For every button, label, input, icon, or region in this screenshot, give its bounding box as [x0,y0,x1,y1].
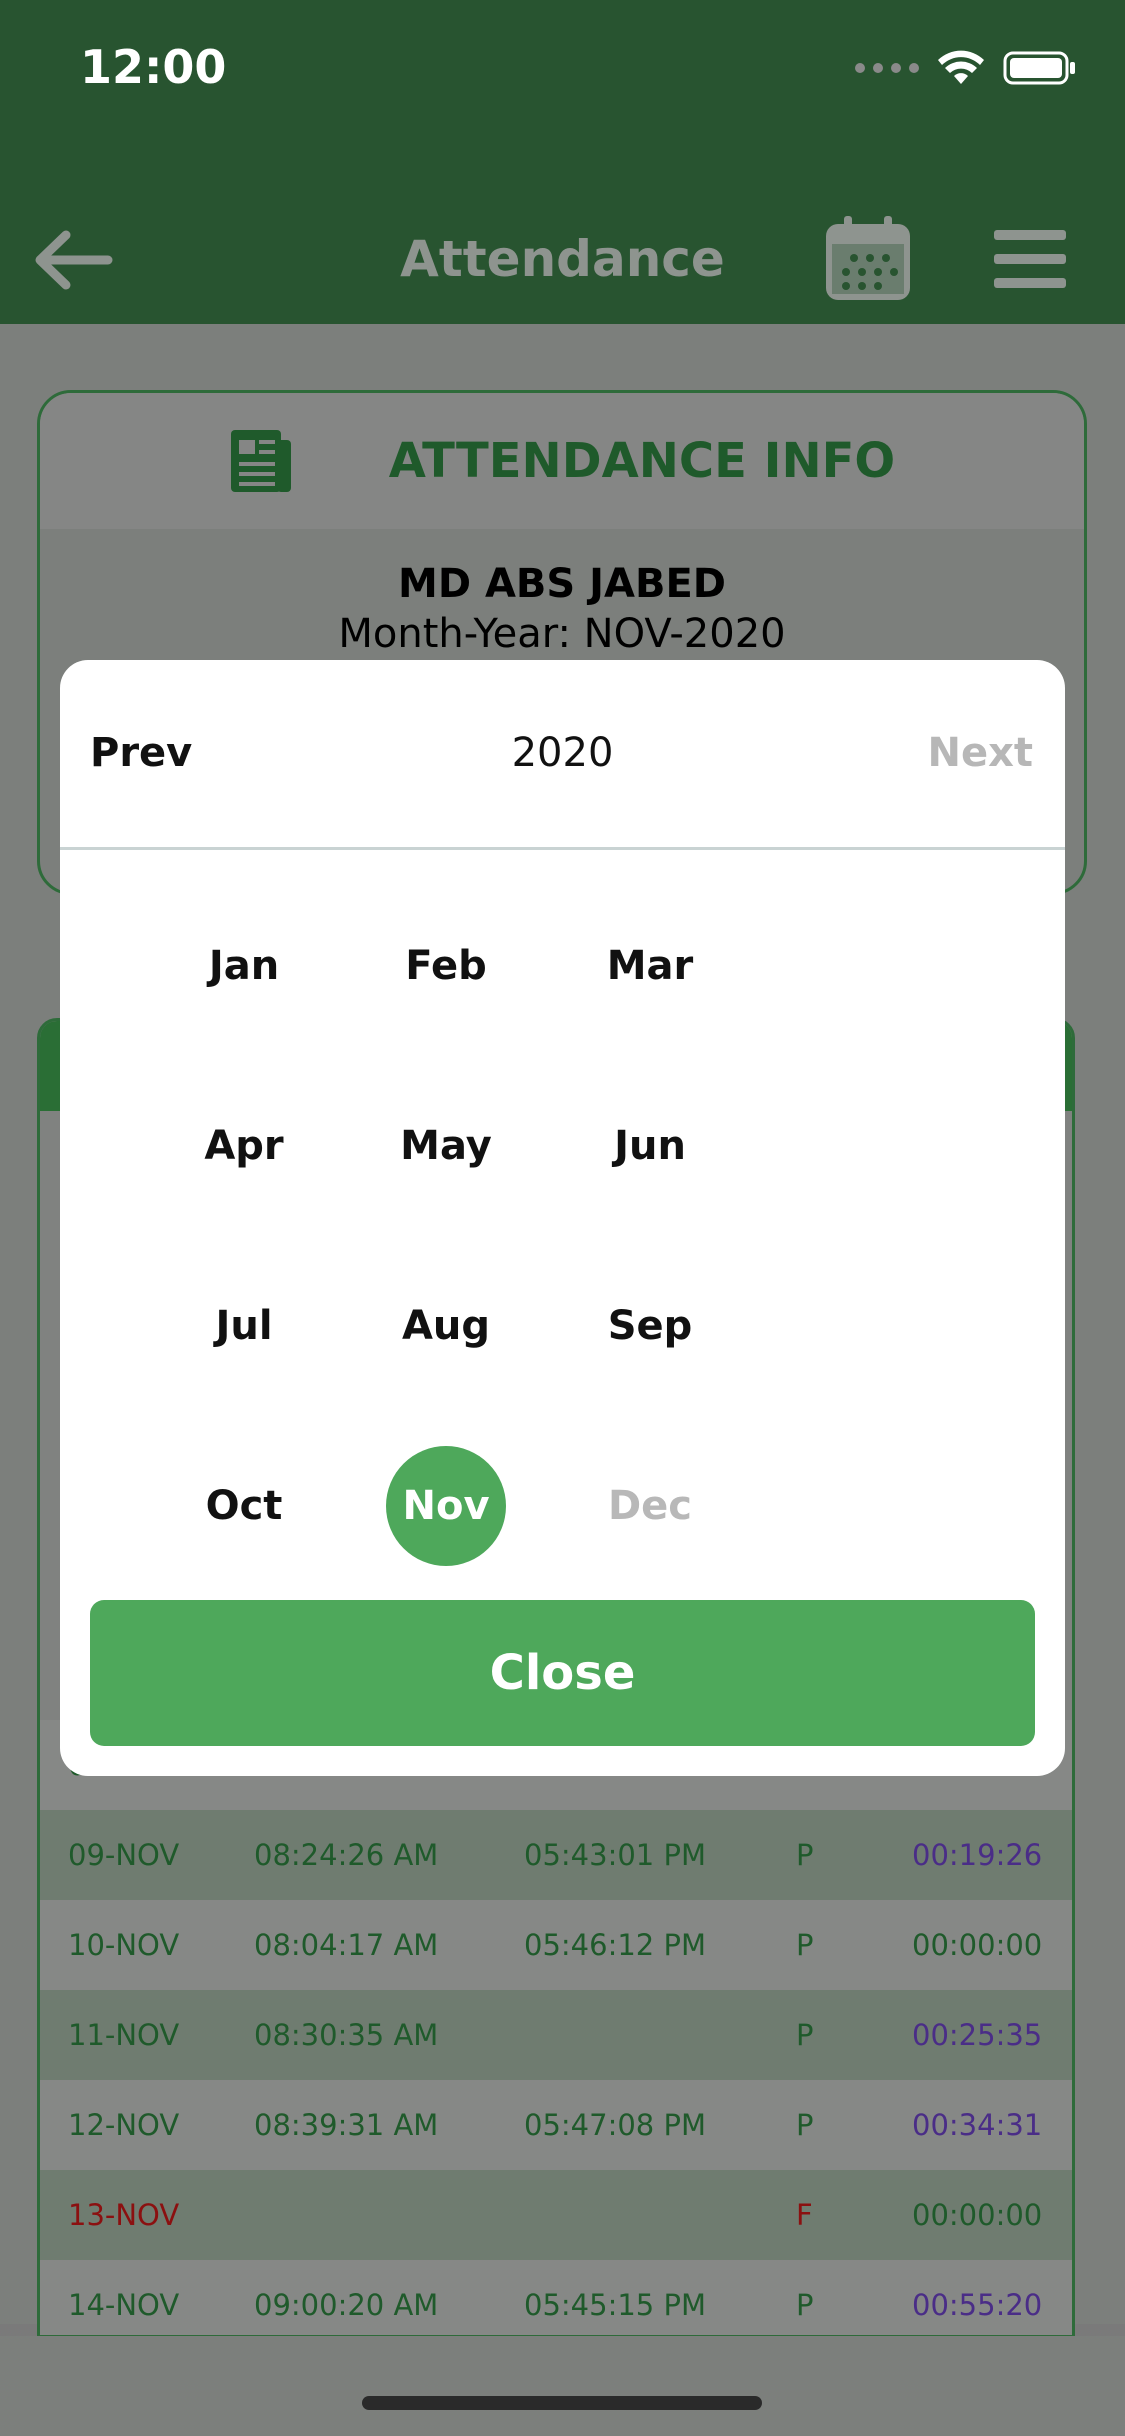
row-check-in: 08:39:31 AM [254,2108,439,2142]
app-header: Attendance [0,130,1125,324]
close-button[interactable]: Close [90,1600,1035,1746]
month-jan[interactable]: Jan [144,906,344,1026]
month-mar[interactable]: Mar [550,906,750,1026]
month-oct[interactable]: Oct [144,1446,344,1566]
row-status: P [796,1928,814,1962]
page-title: Attendance [400,230,725,288]
row-date: 11-NOV [68,2018,180,2052]
row-status: P [796,1838,814,1872]
row-check-out: 05:45:15 PM [524,2288,706,2322]
row-check-in: 08:30:35 AM [254,2018,439,2052]
month-grid: Jan Feb Mar Apr May Jun Jul Aug Sep Oct Nov Dec [60,850,1065,1570]
home-indicator[interactable] [362,2396,762,2410]
table-row[interactable]: 10-NOV 08:04:17 AM 05:46:12 PM P 00:00:00 [40,1900,1072,1990]
row-date: 12-NOV [68,2108,180,2142]
row-check-out: 05:43:01 PM [524,1838,706,1872]
month-picker-modal: Prev 2020 Next Jan Feb Mar Apr May Jun Jul Aug S… [60,660,1065,1776]
row-check-in: 08:04:17 AM [254,1928,439,1962]
calendar-icon[interactable] [822,214,914,304]
year-navigation: Prev 2020 Next [60,660,1065,850]
month-apr[interactable]: Apr [144,1086,344,1206]
employee-name: MD ABS JABED [398,561,726,607]
table-row[interactable]: 13-NOV F 00:00:00 [40,2170,1072,2260]
battery-icon [1003,51,1075,85]
row-status: P [796,2018,814,2052]
info-card-header: ATTENDANCE INFO [40,393,1084,529]
row-late-time: 00:55:20 [912,2288,1043,2322]
month-dec: Dec [607,1483,693,1529]
row-late-time: 00:00:00 [912,2198,1043,2232]
status-bar: 12:00 [0,0,1125,130]
month-feb[interactable]: Feb [346,906,546,1026]
row-check-out: 05:47:08 PM [524,2108,706,2142]
document-icon [230,430,291,492]
month-jun[interactable]: Jun [550,1086,750,1206]
month-may[interactable]: May [346,1086,546,1206]
row-date: 09-NOV [68,1838,180,1872]
table-row[interactable]: 12-NOV 08:39:31 AM 05:47:08 PM P 00:34:31 [40,2080,1072,2170]
status-icons [855,50,1077,86]
month-sep[interactable]: Sep [550,1266,750,1386]
signal-icon [855,63,919,73]
table-row[interactable]: 14-NOV 09:00:20 AM 05:45:15 PM P 00:55:20 [40,2260,1072,2335]
month-jul[interactable]: Jul [144,1266,344,1386]
month-aug[interactable]: Aug [346,1266,546,1386]
selected-month-indicator: Nov [386,1446,506,1566]
wifi-icon [938,50,984,84]
row-late-time: 00:25:35 [912,2018,1043,2052]
row-date: 14-NOV [68,2288,180,2322]
home-area [0,2336,1125,2436]
row-check-out: 05:46:12 PM [524,1928,706,1962]
table-row[interactable]: 11-NOV 08:30:35 AM P 00:25:35 [40,1990,1072,2080]
row-late-time: 00:00:00 [912,1928,1043,1962]
row-date: 13-NOV [68,2198,180,2232]
row-status: F [796,2198,813,2232]
year-label: 2020 [511,730,614,776]
row-check-in: 09:00:20 AM [254,2288,439,2322]
row-status: P [796,2288,814,2322]
row-check-in: 08:24:26 AM [254,1838,439,1872]
info-card-title: ATTENDANCE INFO [388,433,896,489]
month-nov[interactable]: Nov [346,1446,546,1566]
row-status: P [796,2108,814,2142]
table-row[interactable]: 09-NOV 08:24:26 AM 05:43:01 PM P 00:19:26 [40,1810,1072,1900]
next-year-button[interactable]: Next [927,730,1033,776]
month-year-label: Month-Year: NOV-2020 [338,611,786,657]
status-time: 12:00 [80,40,227,94]
row-late-time: 00:19:26 [912,1838,1043,1872]
row-late-time: 00:34:31 [912,2108,1043,2142]
hamburger-menu-icon[interactable] [994,230,1066,290]
row-date: 10-NOV [68,1928,180,1962]
